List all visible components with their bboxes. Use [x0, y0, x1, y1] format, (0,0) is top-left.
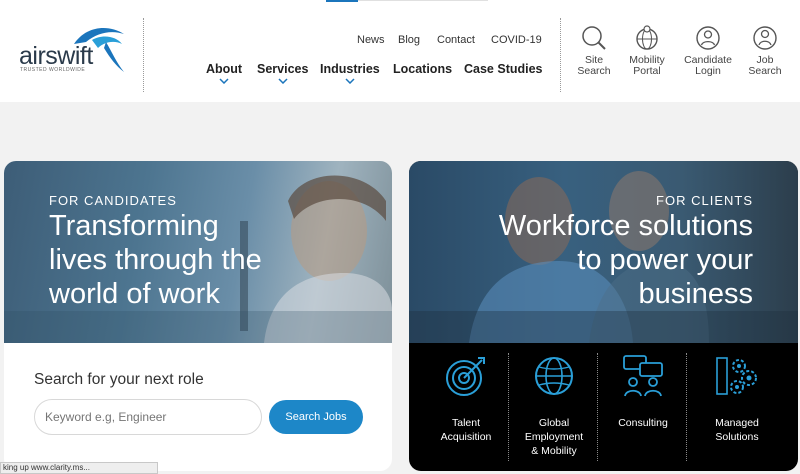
- util-nav-blog[interactable]: Blog: [398, 34, 420, 46]
- chevron-down-icon: [345, 78, 355, 84]
- tool-mobility-portal[interactable]: Mobility Portal: [624, 24, 670, 77]
- tool-job-search-line2: Search: [748, 65, 782, 77]
- magnifier-icon: [582, 26, 606, 50]
- util-nav-news[interactable]: News: [357, 34, 385, 46]
- service-managed-line2: Solutions: [715, 431, 759, 443]
- nav-locations-label: Locations: [393, 62, 453, 76]
- globe-person-icon: [636, 25, 658, 50]
- target-icon: [446, 357, 485, 396]
- person-circle-icon: [696, 26, 720, 50]
- clients-headline-line1: Workforce solutions: [498, 210, 753, 242]
- service-consulting[interactable]: Consulting: [601, 354, 685, 429]
- site-header: airswift TRUSTED WORLDWIDE News Blog Con…: [0, 0, 800, 102]
- tool-job-search[interactable]: Job Search: [745, 24, 785, 77]
- tool-site-search-line2: Search: [577, 65, 611, 77]
- candidates-card: FOR CANDIDATES Transforming lives throug…: [4, 161, 392, 471]
- globe-icon: [535, 357, 573, 395]
- top-accent-line: [358, 0, 488, 1]
- candidates-headline-line3: world of work: [49, 278, 220, 310]
- header-divider-left: [143, 18, 144, 92]
- nav-case-studies[interactable]: Case Studies: [464, 62, 543, 76]
- chevron-down-icon: [219, 78, 229, 84]
- service-global-line2: Employment: [524, 431, 584, 443]
- nav-locations[interactable]: Locations: [393, 62, 452, 76]
- service-global-line1: Global: [538, 417, 570, 429]
- service-divider: [686, 353, 687, 461]
- clients-headline: Workforce solutions to power your busine…: [499, 209, 753, 311]
- gears-icon: [716, 357, 757, 395]
- clients-eyebrow: FOR CLIENTS: [656, 193, 753, 208]
- nav-about[interactable]: About: [206, 62, 243, 84]
- service-talent-line1: Talent: [451, 417, 481, 429]
- airswift-logo[interactable]: airswift TRUSTED WORLDWIDE: [16, 22, 128, 78]
- nav-case-studies-label: Case Studies: [464, 62, 543, 76]
- nav-services[interactable]: Services: [257, 62, 309, 84]
- search-role-label: Search for your next role: [34, 371, 204, 388]
- swift-bird-icon: [74, 28, 124, 72]
- util-nav-covid[interactable]: COVID-19: [491, 34, 542, 46]
- service-talent-acquisition[interactable]: Talent Acquisition: [424, 354, 508, 443]
- top-accent-bar: [326, 0, 358, 2]
- service-managed-solutions[interactable]: Managed Solutions: [695, 354, 779, 443]
- chat-people-icon: [623, 355, 663, 397]
- browser-status-bar: king up www.clarity.ms...: [0, 462, 158, 474]
- service-divider: [597, 353, 598, 461]
- service-global-employment-label: Global Employment & Mobility: [512, 416, 596, 458]
- clients-headline-line2: to power your: [577, 244, 753, 276]
- tool-mobility-portal-line2: Portal: [633, 65, 661, 77]
- clients-headline-line3: business: [638, 278, 753, 310]
- service-global-line3: & Mobility: [531, 445, 577, 457]
- candidates-headline-line2: lives through the: [49, 244, 262, 276]
- nav-industries-label: Industries: [320, 62, 380, 76]
- service-managed-line1: Managed: [715, 417, 759, 429]
- service-consulting-line1: Consulting: [618, 417, 668, 429]
- nav-about-label: About: [206, 62, 243, 76]
- clients-card: FOR CLIENTS Workforce solutions to power…: [409, 161, 798, 471]
- nav-services-label: Services: [257, 62, 309, 76]
- service-consulting-label: Consulting: [601, 416, 685, 430]
- service-managed-solutions-label: Managed Solutions: [695, 416, 779, 444]
- service-talent-line2: Acquisition: [440, 431, 492, 443]
- service-global-employment[interactable]: Global Employment & Mobility: [512, 354, 596, 457]
- job-person-icon: [753, 26, 777, 50]
- candidates-headline: Transforming lives through the world of …: [49, 209, 262, 311]
- service-talent-acquisition-label: Talent Acquisition: [424, 416, 508, 444]
- service-divider: [508, 353, 509, 461]
- candidates-eyebrow: FOR CANDIDATES: [49, 193, 177, 208]
- chevron-down-icon: [278, 78, 288, 84]
- nav-industries[interactable]: Industries: [320, 62, 380, 84]
- keyword-search-input[interactable]: [34, 399, 262, 435]
- header-divider-right: [560, 18, 561, 92]
- tool-candidate-login[interactable]: Candidate Login: [680, 24, 736, 77]
- clients-hero-image: FOR CLIENTS Workforce solutions to power…: [409, 161, 798, 343]
- util-nav-contact[interactable]: Contact: [437, 34, 475, 46]
- candidates-hero-image: FOR CANDIDATES Transforming lives throug…: [4, 161, 392, 343]
- tool-site-search[interactable]: Site Search: [574, 24, 614, 77]
- candidates-headline-line1: Transforming: [49, 210, 219, 242]
- tool-candidate-login-line2: Login: [695, 65, 721, 77]
- search-jobs-button[interactable]: Search Jobs: [269, 400, 363, 434]
